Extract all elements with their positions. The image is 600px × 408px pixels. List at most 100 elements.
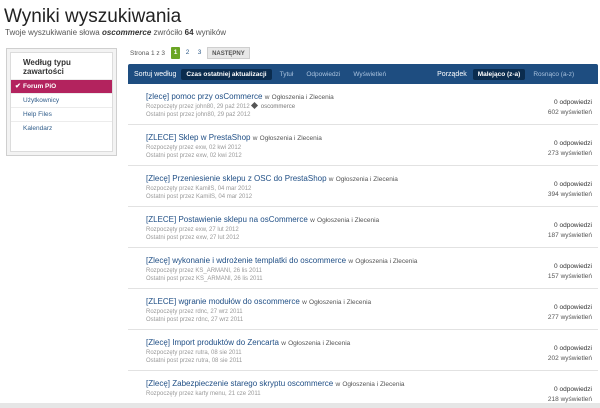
sort-label: Sortuj według: [134, 70, 177, 78]
sort-option-views[interactable]: Wyświetleń: [348, 69, 391, 80]
result-tag-link[interactable]: oscommerce: [261, 104, 295, 110]
result-forum-link[interactable]: Ogłoszenia i Zlecenia: [272, 94, 334, 101]
result-stats: 0 odpowiedzi 394 wyświetleń: [548, 180, 592, 200]
result-in: w: [302, 299, 307, 306]
page-3-link[interactable]: 3: [195, 47, 204, 59]
result-stats: 0 odpowiedzi 273 wyświetleń: [548, 139, 592, 159]
filter-item-label: Forum PiO: [23, 83, 57, 90]
order-label: Porządek: [437, 70, 467, 78]
result-count: 64: [184, 28, 194, 37]
search-query: oscommerce: [101, 28, 152, 37]
result-title-line: [Zlecę] Przeniesienie sklepu z OSC do Pr…: [146, 174, 598, 185]
search-summary: Twoje wyszukiwanie słowa oscommerce zwró…: [5, 28, 226, 37]
filter-item-users[interactable]: Użytkownicy: [11, 93, 112, 107]
result-views: 602 wyświetleń: [547, 109, 592, 116]
result-last-post: Ostatni post przez exw, 27 lut 2012: [146, 235, 240, 241]
result-in: w: [252, 135, 258, 142]
sort-option-title[interactable]: Tytuł: [275, 69, 299, 80]
result-started: Rozpoczęty przez rutra, 08 sie 2011: [146, 350, 242, 356]
result-views: 277 wyświetleń: [547, 314, 592, 321]
order-option-desc[interactable]: Malejąco (z-a): [472, 68, 526, 80]
result-row: [zlecę] pomoc przy osCommerce w Ogłoszen…: [128, 84, 598, 125]
result-started: Rozpoczęty przez john80, 29 paź 2012 osco…: [146, 101, 598, 111]
result-stats: 0 odpowiedzi 202 wyświetleń: [548, 344, 592, 364]
result-replies: 0 odpowiedzi: [554, 181, 592, 188]
page-title: Wyniki wyszukiwania: [4, 6, 182, 27]
result-last-post: Ostatni post przez KamilS, 04 mar 2012: [146, 194, 253, 200]
results-list: [zlecę] pomoc przy osCommerce w Ogłoszen…: [128, 84, 598, 408]
result-replies: 0 odpowiedzi: [554, 345, 592, 352]
order-option-asc[interactable]: Rosnąco (a-z): [528, 69, 579, 80]
check-icon: ✔: [15, 83, 21, 90]
result-title-link[interactable]: [ZLECE] Postawienie sklepu na osCommerce: [146, 215, 308, 224]
filter-item-help-files[interactable]: Help Files: [11, 107, 112, 121]
result-last-post: Ostatni post przez KS_ARMANI, 26 lis 201…: [146, 276, 263, 282]
filter-panel: Według typu zawartości ✔ Forum PiO Użytko…: [10, 52, 113, 152]
result-in: w: [310, 217, 315, 224]
result-row: [Zlecę] Przeniesienie sklepu z OSC do Pr…: [128, 166, 598, 207]
result-started: Rozpoczęty przez exw, 27 lut 2012: [146, 227, 239, 233]
result-started: Rozpoczęty przez KamilS, 04 mar 2012: [146, 186, 252, 192]
result-row: [ZLECE] wgranie modułów do oscommerce w …: [128, 289, 598, 330]
page-2-link[interactable]: 2: [183, 47, 192, 59]
page-1-link[interactable]: 1: [171, 47, 181, 59]
result-title-link[interactable]: [Zlecę] Zabezpieczenie starego skryptu o…: [146, 379, 333, 388]
result-title-line: [ZLECE] wgranie modułów do oscommerce w …: [146, 297, 598, 308]
sort-option-replies[interactable]: Odpowiedzi: [301, 69, 345, 80]
summary-mid: zwróciło: [153, 28, 183, 37]
result-last-post: Ostatni post przez rutra, 08 sie 2011: [146, 358, 243, 364]
result-views: 394 wyświetleń: [547, 191, 592, 198]
result-last-post: Ostatni post przez exw, 02 kwi 2012: [146, 153, 242, 159]
result-title-line: [zlecę] pomoc przy osCommerce w Ogłoszen…: [146, 92, 598, 103]
result-replies: 0 odpowiedzi: [554, 222, 592, 229]
pagination: Strona 1 z 3 1 2 3 NASTĘPNY: [130, 47, 250, 59]
horizontal-scrollbar[interactable]: [0, 403, 600, 408]
result-in: w: [281, 340, 286, 347]
result-in: w: [264, 94, 270, 101]
result-forum-link[interactable]: Ogłoszenia i Zlecenia: [317, 217, 379, 224]
result-stats: 0 odpowiedzi 218 wyświetleń: [548, 385, 592, 405]
result-replies: 0 odpowiedzi: [554, 99, 592, 106]
result-forum-link[interactable]: Ogłoszenia i Zlecenia: [288, 340, 350, 347]
result-forum-link[interactable]: Ogłoszenia i Zlecenia: [260, 135, 322, 142]
result-stats: 0 odpowiedzi 602 wyświetleń: [548, 98, 592, 118]
page-indicator: Strona 1 z 3: [130, 49, 166, 57]
next-page-button[interactable]: NASTĘPNY: [207, 47, 250, 59]
result-row: [Zlecę] wykonanie i wdrożenie templatki …: [128, 248, 598, 289]
result-title-link[interactable]: [ZLECE] wgranie modułów do oscommerce: [146, 297, 300, 306]
result-row: [ZLECE] Sklep w PrestaShop w Ogłoszenia …: [128, 125, 598, 166]
result-title-link[interactable]: [Zlecę] Przeniesienie sklepu z OSC do Pr…: [146, 174, 327, 183]
result-forum-link[interactable]: Ogłoszenia i Zlecenia: [342, 381, 404, 388]
result-forum-link[interactable]: Ogłoszenia i Zlecenia: [336, 176, 398, 183]
result-stats: 0 odpowiedzi 187 wyświetleń: [548, 221, 592, 241]
result-title-link[interactable]: [Zlecę] Import produktów do Zencarta: [146, 338, 279, 347]
filter-item-forum[interactable]: ✔ Forum PiO: [11, 79, 112, 93]
sort-option-last-update[interactable]: Czas ostatniej aktualizacji: [181, 68, 272, 80]
result-in: w: [328, 176, 334, 183]
result-started: Rozpoczęty przez karty menu, 21 cze 2011: [146, 391, 261, 397]
result-started: Rozpoczęty przez KS_ARMANI, 26 lis 2011: [146, 268, 262, 274]
result-title-line: [Zlecę] Zabezpieczenie starego skryptu o…: [146, 379, 598, 390]
result-stats: 0 odpowiedzi 277 wyświetleń: [548, 303, 592, 323]
result-views: 187 wyświetleń: [547, 232, 592, 239]
result-row: [ZLECE] Postawienie sklepu na osCommerce…: [128, 207, 598, 248]
result-title-link[interactable]: [Zlecę] wykonanie i wdrożenie templatki …: [146, 256, 346, 265]
result-stats: 0 odpowiedzi 157 wyświetleń: [548, 262, 592, 282]
sort-bar: Sortuj według Czas ostatniej aktualizacj…: [128, 64, 598, 84]
result-replies: 0 odpowiedzi: [554, 263, 592, 270]
summary-suffix: wyników: [195, 28, 227, 37]
filter-item-calendar[interactable]: Kalendarz: [11, 121, 112, 135]
result-forum-link[interactable]: Ogłoszenia i Zlecenia: [355, 258, 417, 265]
result-replies: 0 odpowiedzi: [554, 386, 592, 393]
result-row: [Zlecę] Import produktów do Zencarta w O…: [128, 330, 598, 371]
result-title-link[interactable]: [zlecę] pomoc przy osCommerce: [146, 92, 262, 101]
result-started-text: Rozpoczęty przez john80, 29 paź 2012: [146, 104, 250, 110]
result-in: w: [348, 258, 354, 265]
result-title-link[interactable]: [ZLECE] Sklep w PrestaShop: [146, 133, 251, 142]
filter-title: Według typu zawartości: [23, 58, 71, 76]
content-type-filter: Według typu zawartości ✔ Forum PiO Użytko…: [6, 48, 117, 156]
result-last-post: Ostatni post przez rdnc, 27 wrz 2011: [146, 317, 244, 323]
result-started: Rozpoczęty przez exw, 02 kwi 2012: [146, 145, 242, 151]
result-last-post: Ostatni post przez john80, 29 paź 2012: [146, 112, 251, 118]
result-forum-link[interactable]: Ogłoszenia i Zlecenia: [309, 299, 371, 306]
